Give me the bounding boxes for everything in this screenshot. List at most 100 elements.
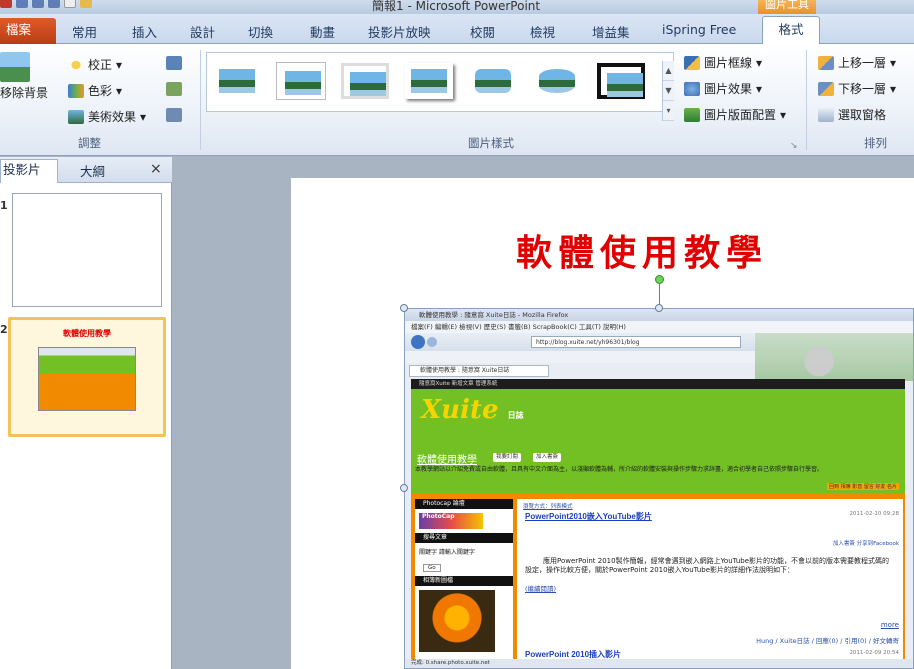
- resize-handle[interactable]: [655, 304, 663, 312]
- picture-style-3[interactable]: [341, 63, 389, 99]
- chevron-down-icon: ▾: [140, 109, 147, 124]
- more-link: more: [880, 621, 899, 629]
- tab-outline[interactable]: 大綱: [80, 161, 105, 180]
- sidebar-heading: Photocap 論壇: [415, 499, 513, 509]
- browser-theme-image: [755, 333, 913, 381]
- blog-description: 本教學網站以介紹免費或自由軟體，且具有中文介面為主，以淺顯軟體為輔，所介紹的軟體…: [415, 466, 824, 473]
- blog-nav-links: 回到 相簿 影音 留言 好友 名片: [827, 483, 899, 490]
- reset-picture-icon[interactable]: [166, 108, 182, 122]
- post-share: 加入書簽 分享到Facebook: [832, 541, 899, 547]
- redo-icon[interactable]: [48, 0, 60, 8]
- corrections-button[interactable]: 校正 ▾: [68, 56, 122, 73]
- save-icon[interactable]: [16, 0, 28, 8]
- forward-icon: [427, 337, 437, 347]
- picture-style-7[interactable]: [597, 63, 645, 99]
- tab-file[interactable]: 檔案: [0, 18, 56, 44]
- close-icon[interactable]: ×: [150, 161, 162, 177]
- tab-view[interactable]: 檢視: [530, 22, 555, 41]
- remove-background-icon: [0, 52, 30, 82]
- resize-handle[interactable]: [400, 484, 408, 492]
- bookmark-button: 加入書簽: [533, 453, 562, 462]
- compress-pictures-icon[interactable]: [166, 56, 182, 70]
- read-more-link: (繼續閱讀): [525, 585, 557, 593]
- photocap-banner: PhotoCap: [419, 513, 483, 529]
- view-mode-link: 瀏覽方式：列表模式: [523, 504, 573, 510]
- dialog-launcher-icon[interactable]: ↘: [790, 141, 798, 151]
- post-date: 2011-02-10 09:28: [849, 511, 899, 517]
- remove-background-label: 移除背景: [0, 86, 49, 100]
- blog-post-column: 瀏覽方式：列表模式 PowerPoint2010嵌入YouTube影片 2011…: [517, 499, 903, 668]
- bring-forward-button[interactable]: 上移一層 ▾: [818, 54, 896, 71]
- quick-access-toolbar: [0, 0, 92, 12]
- tab-format[interactable]: 格式: [762, 16, 820, 45]
- slide-title[interactable]: 軟體使用教學: [516, 224, 768, 276]
- artistic-effects-button[interactable]: 美術效果 ▾: [68, 108, 146, 125]
- send-backward-label: 下移一層: [838, 82, 887, 96]
- picture-styles-group-label: 圖片樣式: [468, 136, 514, 150]
- artistic-effects-label: 美術效果: [88, 110, 137, 124]
- color-label: 色彩: [88, 84, 113, 98]
- picture-style-6[interactable]: [533, 63, 581, 99]
- open-icon[interactable]: [80, 0, 92, 8]
- new-icon[interactable]: [64, 0, 76, 8]
- tab-slides[interactable]: 投影片: [0, 159, 58, 183]
- color-button[interactable]: 色彩 ▾: [68, 82, 122, 99]
- resize-handle[interactable]: [400, 304, 408, 312]
- picture-layout-label: 圖片版面配置: [704, 108, 777, 122]
- scroll-down-icon[interactable]: ▼: [663, 81, 674, 101]
- tab-insert[interactable]: 插入: [132, 22, 157, 41]
- picture-style-5[interactable]: [469, 63, 517, 99]
- tab-transitions[interactable]: 切換: [248, 22, 273, 41]
- picture-border-button[interactable]: 圖片框線 ▾: [684, 54, 762, 71]
- picture-effects-button[interactable]: 圖片效果 ▾: [684, 80, 762, 97]
- picture-layout-button[interactable]: 圖片版面配置 ▾: [684, 106, 786, 123]
- rotate-handle[interactable]: [655, 275, 664, 284]
- undo-icon[interactable]: [32, 0, 44, 8]
- tab-animations[interactable]: 動畫: [310, 22, 335, 41]
- ribbon: 移除背景 校正 ▾ 色彩 ▾ 美術效果 ▾ 調整 ▲ ▼ ▾ 圖片框線 ▾ 圖片效果: [0, 44, 914, 156]
- sidebar-heading: 搜尋文章: [415, 533, 513, 543]
- gallery-scroll[interactable]: ▲ ▼ ▾: [662, 61, 674, 121]
- blog-header: Xuite 日誌 軟體使用教學 我要訂閱 加入書簽 本教學網站以介紹免費或自由軟…: [411, 389, 905, 493]
- powerpoint-icon[interactable]: [0, 0, 12, 8]
- post-title: PowerPoint2010嵌入YouTube影片: [525, 512, 652, 521]
- sun-icon: [68, 57, 84, 72]
- bring-forward-icon: [818, 55, 834, 70]
- xuite-top-bar: 隨意窩Xuite 新增文章 管理系統: [411, 379, 905, 389]
- artistic-icon: [68, 109, 84, 124]
- picture-style-4[interactable]: [405, 63, 453, 99]
- tab-design[interactable]: 設計: [190, 22, 215, 41]
- window-title: 簡報1 - Microsoft PowerPoint: [372, 0, 541, 13]
- chevron-down-icon: ▾: [756, 81, 763, 96]
- picture-effects-label: 圖片效果: [704, 82, 753, 96]
- change-picture-icon[interactable]: [166, 82, 182, 96]
- corrections-label: 校正: [88, 58, 113, 72]
- picture-style-2[interactable]: [277, 63, 325, 99]
- tab-slideshow[interactable]: 投影片放映: [368, 22, 431, 41]
- browser-url-bar: http://blog.xuite.net/yh96301/blog: [531, 336, 741, 348]
- palette-icon: [68, 83, 84, 98]
- layout-icon: [684, 107, 700, 122]
- picture-border-label: 圖片框線: [704, 56, 753, 70]
- tab-addins[interactable]: 增益集: [592, 22, 630, 41]
- browser-status-bar: 完成: 0.share.photo.xuite.net: [405, 659, 913, 668]
- browser-tab: 軟體使用教學 : 隨意窩 Xuite日誌: [409, 365, 549, 377]
- arrange-group-label: 排列: [864, 136, 887, 150]
- tab-review[interactable]: 校閱: [470, 22, 495, 41]
- remove-background-button[interactable]: 移除背景: [0, 52, 48, 101]
- selection-pane-button[interactable]: 選取窗格: [818, 106, 886, 123]
- post-text: 應用PowerPoint 2010製作簡報，經常會遇到嵌入網路上YouTube影…: [525, 557, 890, 574]
- selected-picture[interactable]: 軟體使用教學 : 隨意窩 Xuite日誌 - Mozilla Firefox 檔…: [404, 308, 914, 669]
- scroll-up-icon[interactable]: ▲: [663, 61, 674, 81]
- blog-sidebar: Photocap 論壇 PhotoCap 搜尋文章 關鍵字 請輸入關鍵字 Go …: [415, 499, 513, 668]
- tab-home[interactable]: 常用: [72, 22, 97, 41]
- send-backward-button[interactable]: 下移一層 ▾: [818, 80, 896, 97]
- send-backward-icon: [818, 81, 834, 96]
- picture-style-1[interactable]: [213, 63, 261, 99]
- slide-thumbnail-1[interactable]: [12, 193, 162, 307]
- title-bar: 簡報1 - Microsoft PowerPoint 圖片工具: [0, 0, 914, 14]
- more-icon[interactable]: ▾: [663, 101, 674, 121]
- slide-thumbnail-2[interactable]: 軟體使用教學: [8, 317, 166, 437]
- tab-ispring[interactable]: iSpring Free: [662, 22, 736, 37]
- ribbon-tabs: 檔案 常用 插入 設計 切換 動畫 投影片放映 校閱 檢視 增益集 iSprin…: [0, 14, 914, 45]
